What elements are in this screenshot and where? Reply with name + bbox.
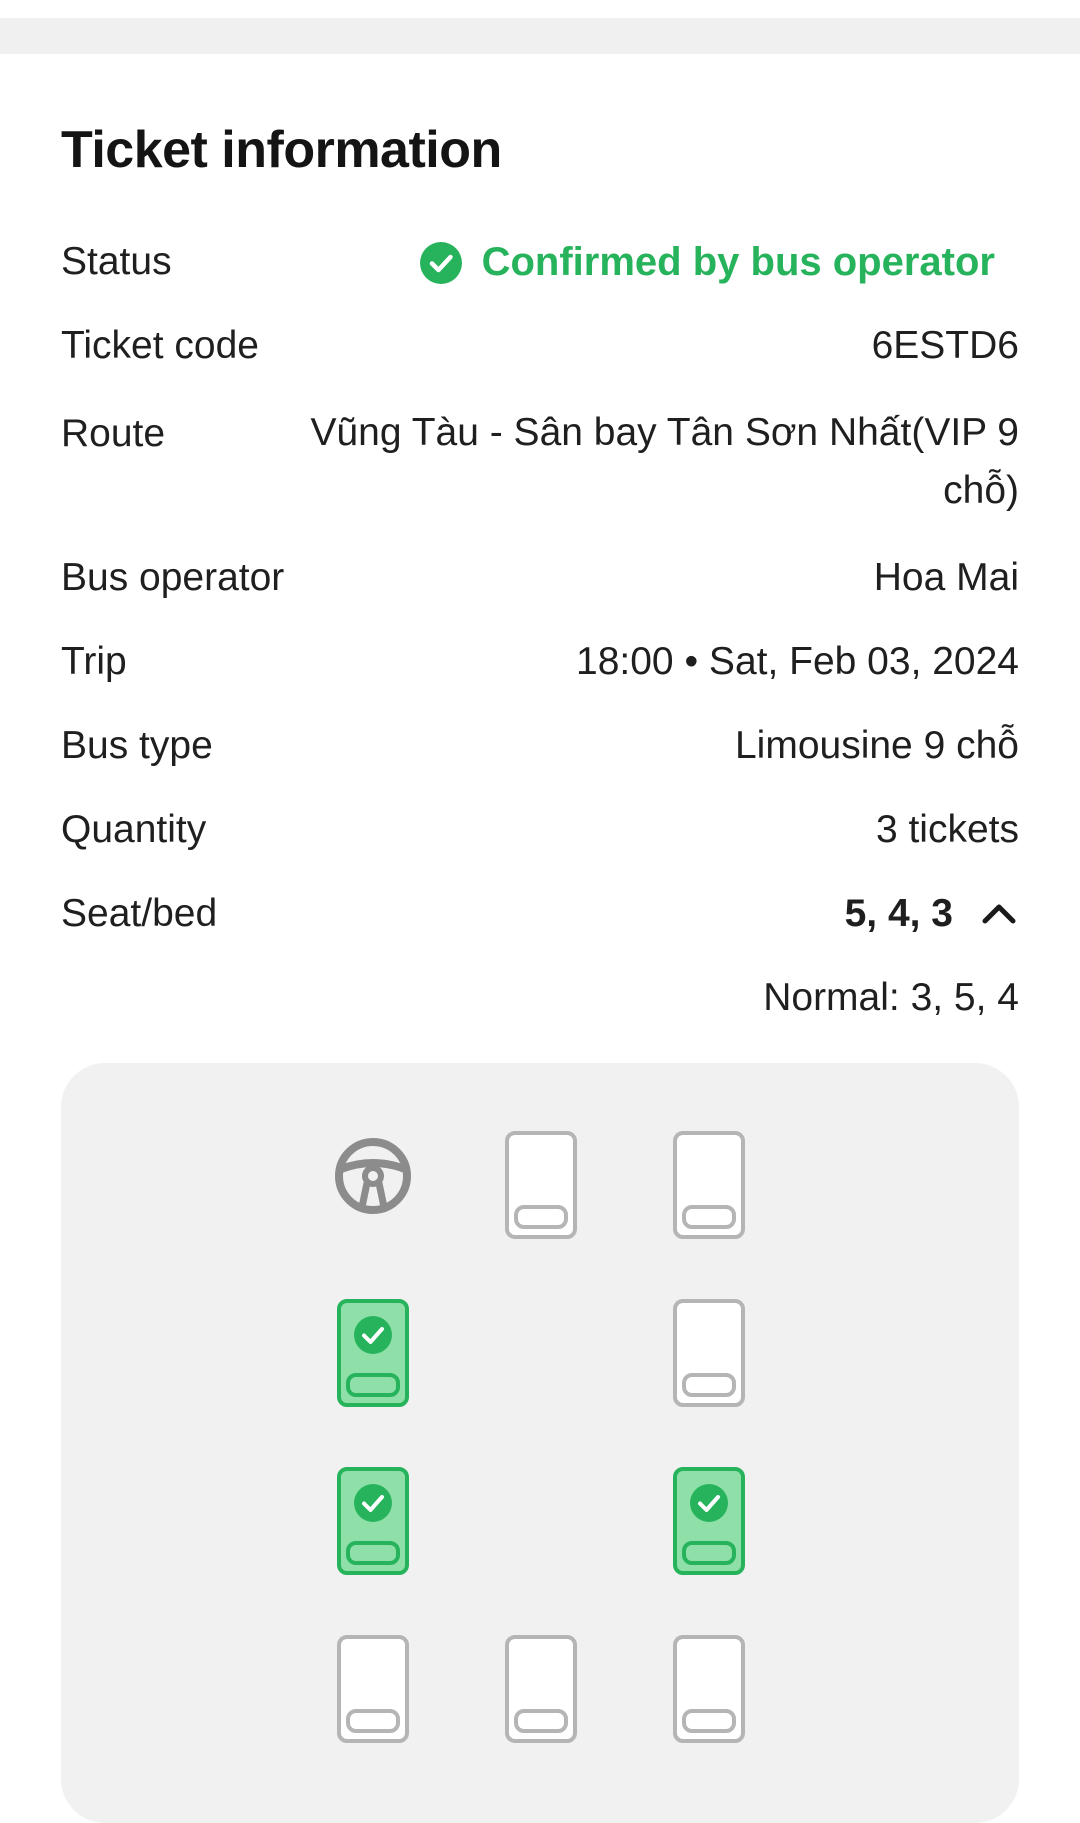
bus-type-label: Bus type — [61, 724, 213, 767]
seat-detail: Normal: 3, 5, 4 — [763, 976, 1019, 1019]
bus-operator-label: Bus operator — [61, 556, 285, 599]
seat-booked[interactable] — [337, 1299, 409, 1407]
status-label: Status — [61, 240, 172, 283]
quantity-label: Quantity — [61, 808, 207, 851]
section-divider — [0, 18, 1080, 54]
bus-type-value: Limousine 9 chỗ — [734, 724, 1019, 767]
seat-booked[interactable] — [337, 1467, 409, 1575]
seat-empty[interactable] — [505, 1635, 577, 1743]
quantity-value: 3 tickets — [875, 808, 1019, 851]
seat-empty[interactable] — [673, 1131, 745, 1239]
top-strip — [0, 0, 1080, 18]
page-title: Ticket information — [61, 121, 502, 179]
ticket-code-row: Ticket code 6ESTD6 — [61, 324, 1019, 368]
seat-label: Seat/bed — [61, 892, 218, 935]
seat-empty[interactable] — [673, 1299, 745, 1407]
trip-value: 18:00 • Sat, Feb 03, 2024 — [576, 640, 1019, 683]
status-row: Status Confirmed by bus operator — [61, 240, 1019, 285]
steering-wheel-icon — [332, 1135, 414, 1217]
bus-type-row: Bus type Limousine 9 chỗ — [61, 724, 1019, 768]
seat-value: 5, 4, 3 — [844, 892, 953, 935]
seat-empty[interactable] — [673, 1635, 745, 1743]
seat-booked[interactable] — [673, 1467, 745, 1575]
seat-empty[interactable] — [505, 1131, 577, 1239]
seat-empty[interactable] — [337, 1635, 409, 1743]
seat-row: Seat/bed 5, 4, 3 — [61, 892, 1019, 936]
ticket-code-label: Ticket code — [61, 324, 259, 367]
trip-label: Trip — [61, 640, 127, 683]
seat-map — [61, 1063, 1019, 1823]
chevron-up-icon[interactable] — [979, 894, 1019, 934]
status-badge: Confirmed by bus operator — [419, 240, 1019, 285]
check-circle-icon — [419, 241, 462, 284]
bus-operator-row: Bus operator Hoa Mai — [61, 556, 1019, 600]
route-label: Route — [61, 412, 166, 455]
trip-row: Trip 18:00 • Sat, Feb 03, 2024 — [61, 640, 1019, 684]
route-row: Route Vũng Tàu - Sân bay Tân Sơn Nhất(VI… — [61, 404, 1019, 520]
bus-operator-value: Hoa Mai — [873, 556, 1019, 599]
status-value: Confirmed by bus operator — [481, 240, 995, 284]
seat-toggle[interactable]: 5, 4, 3 — [845, 892, 1019, 936]
route-value: Vũng Tàu - Sân bay Tân Sơn Nhất(VIP 9 ch… — [310, 411, 1019, 512]
quantity-row: Quantity 3 tickets — [61, 808, 1019, 852]
ticket-code-value: 6ESTD6 — [871, 324, 1019, 367]
